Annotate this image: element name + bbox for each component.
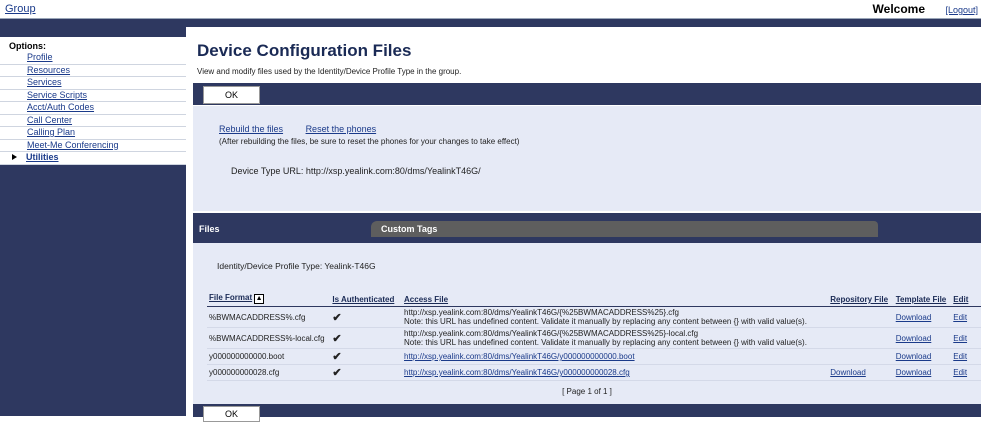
access-file: http://xsp.yealink.com:80/dms/YealinkT46…: [402, 306, 829, 328]
table-row: y000000000028.cfg ✔ http://xsp.yealink.c…: [207, 364, 981, 381]
sidebar-item-calling-plan[interactable]: Calling Plan: [0, 127, 186, 140]
tab-custom-tags[interactable]: Custom Tags: [371, 221, 878, 237]
sort-ascending-icon[interactable]: ▲: [254, 294, 265, 304]
table-row: %BWMACADDRESS%.cfg ✔ http://xsp.yealink.…: [207, 306, 981, 328]
main-content: Device Configuration Files View and modi…: [187, 27, 981, 422]
access-note: Note: this URL has undefined content. Va…: [404, 317, 807, 326]
auth-check-icon: ✔: [330, 306, 403, 328]
col-template-file[interactable]: Template File: [893, 284, 952, 307]
sidebar-item-meet-me-conferencing[interactable]: Meet-Me Conferencing: [0, 140, 186, 152]
template-download-link[interactable]: Download: [893, 364, 952, 381]
logout-link[interactable]: [Logout]: [945, 5, 978, 15]
repository-file: [828, 348, 894, 365]
sidebar-item-resources[interactable]: Resources: [0, 65, 186, 77]
pager: [ Page 1 of 1 ]: [562, 387, 612, 396]
files-panel: Identity/Device Profile Type: Yealink-T4…: [193, 243, 981, 404]
table-row: %BWMACADDRESS%-local.cfg ✔ http://xsp.ye…: [207, 327, 981, 349]
edit-link[interactable]: Edit: [951, 327, 981, 349]
access-note: Note: this URL has undefined content. Va…: [404, 338, 807, 347]
rebuild-files-link[interactable]: Rebuild the files: [219, 124, 283, 134]
group-link[interactable]: Group: [5, 3, 36, 15]
access-url: http://xsp.yealink.com:80/dms/YealinkT46…: [404, 308, 679, 317]
edit-link[interactable]: Edit: [951, 364, 981, 381]
edit-link[interactable]: Edit: [951, 306, 981, 328]
options-menu: Options: Profile Resources Services Serv…: [0, 37, 186, 165]
table-header-row: File Format ▲ Is Authenticated Access Fil…: [207, 284, 981, 307]
sidebar-item-call-center[interactable]: Call Center: [0, 115, 186, 127]
repository-file: [828, 327, 894, 349]
options-title: Options:: [9, 41, 46, 51]
col-file-format[interactable]: File Format ▲: [207, 284, 331, 307]
auth-check-icon: ✔: [330, 364, 403, 381]
sidebar-item-utilities[interactable]: Utilities: [0, 152, 186, 165]
access-url-link[interactable]: http://xsp.yealink.com:80/dms/YealinkT46…: [402, 364, 829, 381]
utilities-panel: Rebuild the files Reset the phones (Afte…: [193, 106, 981, 211]
profile-type: Identity/Device Profile Type: Yealink-T4…: [217, 261, 376, 271]
edit-link[interactable]: Edit: [951, 348, 981, 365]
page-subtitle: View and modify files used by the Identi…: [197, 67, 462, 76]
welcome-label: Welcome: [872, 2, 925, 16]
access-url-link[interactable]: http://xsp.yealink.com:80/dms/YealinkT46…: [402, 348, 829, 365]
repository-download-link[interactable]: Download: [828, 364, 894, 381]
sidebar-item-services[interactable]: Services: [0, 77, 186, 90]
tab-files[interactable]: Files: [193, 221, 371, 237]
auth-check-icon: ✔: [330, 327, 403, 349]
file-format: %BWMACADDRESS%.cfg: [207, 306, 331, 328]
table-row: y000000000000.boot ✔ http://xsp.yealink.…: [207, 348, 981, 365]
bottom-action-bar: OK: [193, 404, 981, 422]
template-download-link[interactable]: Download: [893, 306, 952, 328]
file-format: y000000000028.cfg: [207, 364, 331, 381]
header-band: [0, 19, 981, 27]
action-links: Rebuild the files Reset the phones: [219, 124, 396, 134]
file-format: %BWMACADDRESS%-local.cfg: [207, 327, 331, 349]
sidebar-item-profile[interactable]: Profile: [0, 52, 186, 65]
access-url: http://xsp.yealink.com:80/dms/YealinkT46…: [404, 329, 699, 338]
sidebar-item-acct-auth-codes[interactable]: Acct/Auth Codes: [0, 102, 186, 115]
top-action-bar: OK: [193, 83, 981, 105]
file-format: y000000000000.boot: [207, 348, 331, 365]
col-file-format-label: File Format: [209, 293, 253, 302]
files-table: File Format ▲ Is Authenticated Access Fil…: [207, 284, 981, 381]
reset-phones-link[interactable]: Reset the phones: [306, 124, 377, 134]
auth-check-icon: ✔: [330, 348, 403, 365]
col-edit: Edit: [951, 284, 981, 307]
template-download-link[interactable]: Download: [893, 348, 952, 365]
page-title: Device Configuration Files: [197, 41, 412, 60]
sidebar-item-utilities-label: Utilities: [26, 152, 59, 162]
sidebar-item-service-scripts[interactable]: Service Scripts: [0, 90, 186, 102]
ok-button-top[interactable]: OK: [203, 86, 260, 104]
template-download-link[interactable]: Download: [893, 327, 952, 349]
col-access-file[interactable]: Access File: [402, 284, 829, 307]
rebuild-note: (After rebuilding the files, be sure to …: [219, 137, 520, 146]
top-bar: Group Welcome [Logout]: [0, 0, 981, 19]
col-repository-file[interactable]: Repository File: [828, 284, 894, 307]
device-type-url: Device Type URL: http://xsp.yealink.com:…: [231, 166, 481, 176]
ok-button-bottom[interactable]: OK: [203, 406, 260, 422]
col-is-authenticated[interactable]: Is Authenticated: [330, 284, 403, 307]
repository-file: [828, 306, 894, 328]
expand-triangle-icon: [12, 154, 17, 160]
access-file: http://xsp.yealink.com:80/dms/YealinkT46…: [402, 327, 829, 349]
